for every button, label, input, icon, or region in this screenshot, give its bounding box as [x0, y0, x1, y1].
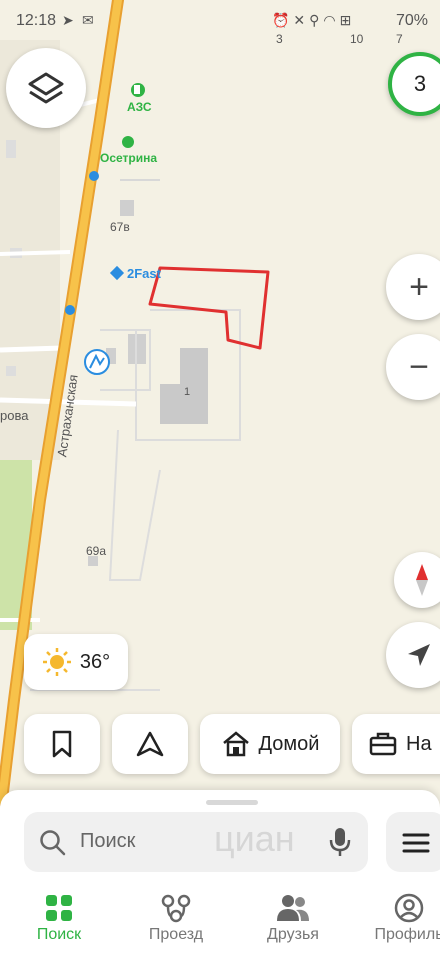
label-building-1: 1: [184, 386, 191, 398]
plus-icon: +: [409, 267, 429, 306]
triangle-nav-icon: [136, 731, 164, 757]
weather-temperature: 36°: [79, 650, 111, 673]
minus-icon: −: [409, 347, 429, 386]
work-chip-label: На: [406, 732, 432, 755]
mail-icon: ✉: [82, 12, 94, 28]
menu-button[interactable]: [386, 812, 440, 872]
label-street-left: рова: [0, 408, 29, 423]
fish-store-icon: [122, 136, 134, 148]
nav-search[interactable]: Поиск: [9, 890, 109, 944]
weather-widget[interactable]: 36°: [24, 634, 128, 690]
search-placeholder: Поиск: [80, 830, 136, 852]
search-icon: [40, 830, 66, 856]
layers-icon: [28, 72, 64, 104]
bus-stop-icon: [65, 305, 75, 315]
sheet-handle[interactable]: [206, 800, 258, 805]
label-69a: 69а: [86, 544, 107, 558]
label-osetrina: Осетрина: [100, 151, 158, 165]
label-67v: 67в: [110, 220, 130, 234]
briefcase-icon: [369, 732, 397, 756]
label-2fast: 2Fast: [127, 266, 161, 281]
search-input[interactable]: Поиск циан: [24, 812, 368, 872]
nav-friends-label: Друзья: [267, 926, 319, 943]
friends-icon: [277, 895, 309, 921]
hamburger-icon: [402, 833, 430, 853]
mountain-poi-icon: [84, 349, 110, 375]
work-chip[interactable]: На: [352, 714, 440, 774]
nav-profile-label: Профиль: [374, 926, 440, 943]
home-chip-label: Домой: [258, 732, 320, 755]
nav-route[interactable]: Проезд: [126, 890, 226, 944]
grid-icon: [46, 895, 72, 921]
label-azs: АЗС: [127, 100, 152, 114]
navigator-button[interactable]: [112, 714, 188, 774]
microphone-icon[interactable]: [328, 826, 352, 858]
status-time: 12:18: [16, 12, 57, 29]
compass-icon: [416, 564, 428, 596]
layers-button[interactable]: [6, 48, 86, 128]
navigation-arrow-icon: [408, 644, 430, 666]
home-chip[interactable]: Домой: [200, 714, 340, 774]
nav-route-label: Проезд: [148, 926, 204, 943]
nav-profile[interactable]: Профиль: [359, 890, 440, 944]
watermark-text: циан: [214, 818, 295, 859]
status-icons: ⏰✕⚲◠⊞: [272, 12, 356, 28]
profile-icon: [394, 893, 424, 923]
bus-stop-icon: [89, 171, 99, 181]
telegram-icon: ➤: [62, 12, 74, 28]
battery-level: 70%: [396, 12, 429, 29]
route-icon: [161, 894, 191, 923]
status-bar: 12:18 ➤ ✉ ⏰✕⚲◠⊞ 70%: [0, 0, 440, 40]
bookmarks-button[interactable]: [24, 714, 100, 774]
zoom-level-value: 3: [413, 71, 427, 96]
home-icon: [222, 731, 249, 757]
nav-search-label: Поиск: [36, 926, 82, 943]
nav-friends[interactable]: Друзья: [243, 890, 343, 944]
sun-icon: [42, 648, 71, 676]
bookmark-icon: [52, 730, 72, 758]
